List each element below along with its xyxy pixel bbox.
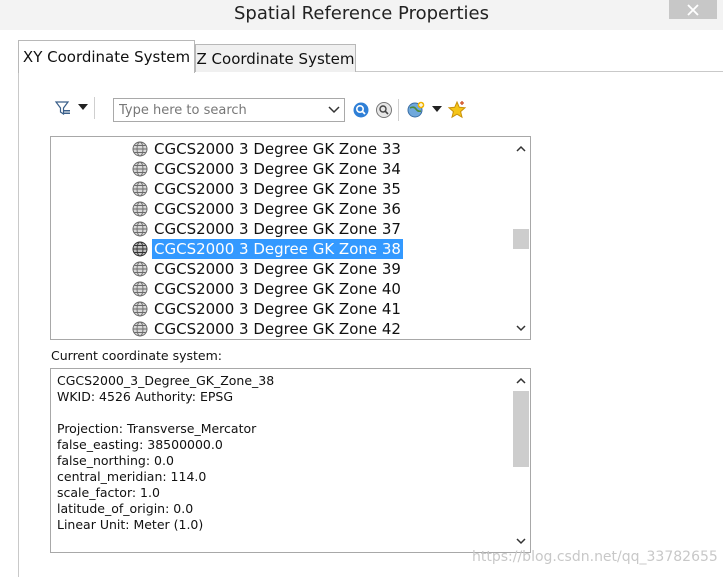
chevron-down-icon [516,324,526,331]
list-item-label: CGCS2000 3 Degree GK Zone 33 [154,140,401,158]
list-item-label: CGCS2000 3 Degree GK Zone 40 [154,280,401,298]
globe-icon [132,241,148,257]
list-item-label: CGCS2000 3 Degree GK Zone 35 [154,180,401,198]
search-button[interactable] [350,98,372,122]
close-icon [687,3,699,16]
current-coordinate-system-label: Current coordinate system: [51,348,222,363]
chevron-up-icon [516,145,526,152]
globe-icon [132,181,148,197]
scroll-up-button[interactable] [512,371,530,389]
globe-icon [132,161,148,177]
list-item-label: CGCS2000 3 Degree GK Zone 38 [152,239,403,259]
scroll-thumb[interactable] [513,391,529,467]
list-item-label: CGCS2000 3 Degree GK Zone 36 [154,200,401,218]
globe-icon [132,301,148,317]
search-history-dropdown[interactable] [326,102,342,118]
filter-dropdown-caret[interactable] [78,104,88,110]
search-field[interactable] [113,98,345,122]
details-line: WKID: 4526 Authority: EPSG [57,389,234,404]
details-line: latitude_of_origin: 0.0 [57,501,194,516]
search-input[interactable] [117,101,317,119]
list-item-label: CGCS2000 3 Degree GK Zone 39 [154,260,401,278]
scroll-down-button[interactable] [512,319,530,337]
details-line: false_easting: 38500000.0 [57,437,223,452]
globe-icon [132,321,148,337]
details-scrollbar[interactable] [512,369,530,552]
list-item-label: CGCS2000 3 Degree GK Zone 37 [154,220,401,238]
filter-button[interactable] [52,96,74,120]
chevron-down-icon [516,537,526,544]
list-item[interactable]: CGCS2000 3 Degree GK Zone 40 [131,279,403,299]
list-item[interactable]: CGCS2000 3 Degree GK Zone 36 [131,199,403,219]
details-line: false_northing: 0.0 [57,453,174,468]
list-item-label: CGCS2000 3 Degree GK Zone 34 [154,160,401,178]
list-item-selected[interactable]: CGCS2000 3 Degree GK Zone 38 [131,239,403,259]
globe-icon [132,201,148,217]
chevron-up-icon [516,377,526,384]
globe-icon [132,261,148,277]
details-line: Projection: Transverse_Mercator [57,421,257,436]
details-line: scale_factor: 1.0 [57,485,160,500]
list-item[interactable]: CGCS2000 3 Degree GK Zone 35 [131,179,403,199]
scroll-up-button[interactable] [512,139,530,157]
scroll-thumb[interactable] [513,229,529,249]
toolbar-separator [398,99,399,121]
details-line: Linear Unit: Meter (1.0) [57,517,204,532]
list-item[interactable]: CGCS2000 3 Degree GK Zone 34 [131,159,403,179]
search-options-button[interactable] [373,98,395,122]
chevron-down-icon [328,106,340,114]
tab-xy-coordinate-system[interactable]: XY Coordinate System [18,40,195,73]
list-scrollbar[interactable] [512,137,530,339]
coordinate-system-details[interactable]: CGCS2000_3_Degree_GK_Zone_38 WKID: 4526 … [50,368,531,553]
magnifier-icon [353,102,369,118]
add-coordinate-system-caret[interactable] [432,106,442,112]
window-title: Spatial Reference Properties [233,3,490,24]
search-options-icon [376,102,392,118]
list-item[interactable]: CGCS2000 3 Degree GK Zone 41 [131,299,403,319]
globe-icon [132,281,148,297]
globe-icon [132,141,148,157]
toolbar-separator [94,97,95,119]
filter-icon [54,101,70,116]
details-line: central_meridian: 114.0 [57,469,207,484]
star-icon [447,100,467,119]
close-button[interactable] [669,0,717,19]
list-item[interactable]: CGCS2000 3 Degree GK Zone 37 [131,219,403,239]
title-bar: Spatial Reference Properties [0,0,723,30]
watermark-text: https://blog.csdn.net/qq_33782655 [472,549,718,565]
add-coordinate-system-button[interactable] [405,98,427,122]
list-item-label: CGCS2000 3 Degree GK Zone 41 [154,300,401,318]
add-to-favorites-button[interactable] [446,98,468,122]
globe-add-icon [407,101,425,118]
details-line: CGCS2000_3_Degree_GK_Zone_38 [57,373,275,388]
scroll-down-button[interactable] [512,532,530,550]
list-item[interactable]: CGCS2000 3 Degree GK Zone 33 [131,139,403,159]
coordinate-system-list[interactable]: CGCS2000 3 Degree GK Zone 33 CGCS2000 3 … [50,136,531,340]
globe-icon [132,221,148,237]
list-item[interactable]: CGCS2000 3 Degree GK Zone 42 [131,319,403,339]
tab-z-coordinate-system[interactable]: Z Coordinate System [195,44,356,72]
list-item[interactable]: CGCS2000 3 Degree GK Zone 39 [131,259,403,279]
list-item-label: CGCS2000 3 Degree GK Zone 42 [154,320,401,338]
